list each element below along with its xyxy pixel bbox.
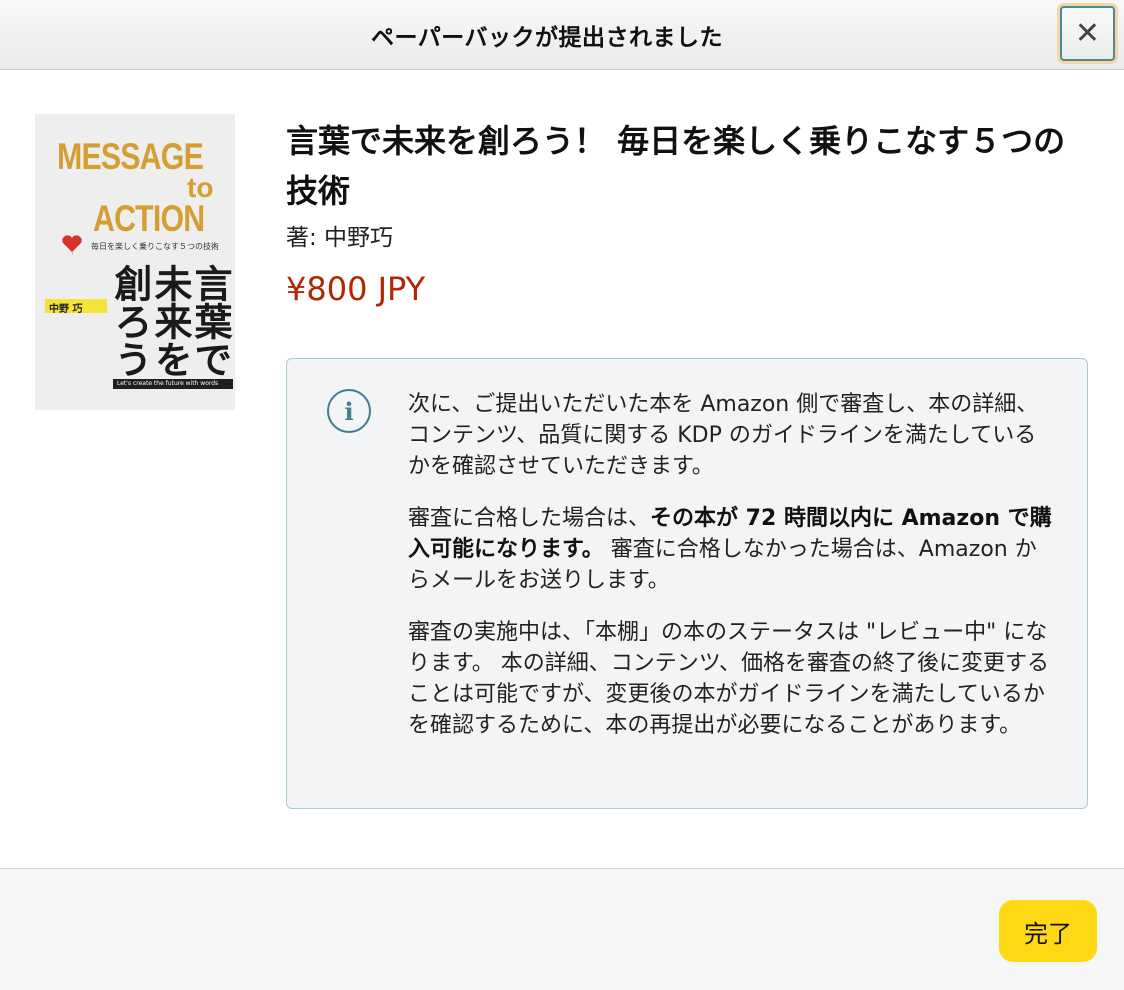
info-paragraph-1: 次に、ご提出いただいた本を Amazon 側で審査し、本の詳細、コンテンツ、品質… <box>408 392 1039 479</box>
close-icon: ✕ <box>1074 15 1101 51</box>
dialog-header: ペーパーバックが提出されました ✕ <box>0 0 1124 70</box>
cover-subtitle: 毎日を楽しく乗りこなす５つの技術 <box>91 242 219 251</box>
info-text: 次に、ご提出いただいた本を Amazon 側で審査し、本の詳細、コンテンツ、品質… <box>408 389 1058 762</box>
cover-jp-column-3: 創ろう <box>108 264 153 378</box>
close-button[interactable]: ✕ <box>1060 6 1115 61</box>
info-paragraph-2: 審査に合格した場合は、その本が 72 時間以内に Amazon で購入可能になり… <box>408 503 1058 596</box>
done-button[interactable]: 完了 <box>999 900 1097 962</box>
cover-tagline: Let's create the future with words <box>113 379 233 389</box>
dialog-title: ペーパーバックが提出されました <box>370 24 724 51</box>
info-paragraph-2-pre: 審査に合格した場合は、 <box>408 506 651 531</box>
cover-title-action: ACTION <box>93 198 205 239</box>
info-paragraph-3: 審査の実施中は、「本棚」の本のステータスは "レビュー中" になります。 本の詳… <box>408 620 1050 738</box>
info-alert: i 次に、ご提出いただいた本を Amazon 側で審査し、本の詳細、コンテンツ、… <box>286 358 1088 809</box>
book-author: 著: 中野巧 <box>286 225 394 251</box>
cover-author: 中野 巧 <box>49 304 83 315</box>
book-cover: MESSAGE to ACTION 毎日を楽しく乗りこなす５つの技術 言葉で 未… <box>35 114 235 410</box>
info-icon: i <box>327 389 371 433</box>
book-price: ¥800 JPY <box>286 270 426 308</box>
heart-balloon-icon <box>62 235 82 254</box>
cover-title-message: MESSAGE <box>57 136 204 177</box>
cover-jp-column-2: 未来を <box>148 264 193 378</box>
book-title: 言葉で未来を創ろう！ 毎日を楽しく乗りこなす５つの技術 <box>286 122 1066 210</box>
cover-jp-column-1: 言葉で <box>188 264 233 378</box>
dialog-footer <box>0 868 1124 990</box>
